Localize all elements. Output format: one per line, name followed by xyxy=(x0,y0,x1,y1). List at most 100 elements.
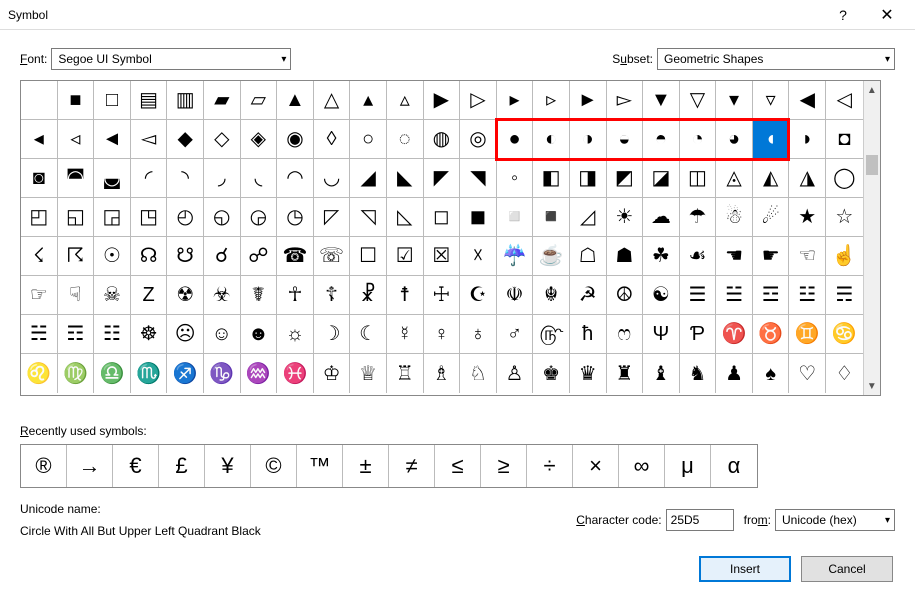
symbol-cell[interactable]: ☽ xyxy=(314,315,351,354)
symbol-cell[interactable]: ▷ xyxy=(460,81,497,120)
symbol-cell[interactable]: ◩ xyxy=(607,159,644,198)
symbol-cell[interactable]: ☈ xyxy=(58,237,95,276)
symbol-cell[interactable]: ◵ xyxy=(204,198,241,237)
symbol-cell[interactable]: ◕ xyxy=(716,120,753,159)
symbol-cell[interactable]: ☞ xyxy=(21,276,58,315)
symbol-cell[interactable]: ☘ xyxy=(643,237,680,276)
symbol-cell[interactable]: ♑ xyxy=(204,354,241,393)
symbol-cell[interactable]: ☁ xyxy=(643,198,680,237)
scrollbar[interactable]: ▲ ▼ xyxy=(863,81,880,395)
symbol-cell[interactable]: ◿ xyxy=(570,198,607,237)
symbol-cell[interactable]: ◾ xyxy=(533,198,570,237)
symbol-cell[interactable]: ☪ xyxy=(460,276,497,315)
symbol-cell[interactable]: ♛ xyxy=(570,354,607,393)
symbol-cell[interactable]: ☺ xyxy=(204,315,241,354)
symbol-cell[interactable]: ◲ xyxy=(94,198,131,237)
symbol-cell[interactable]: ☊ xyxy=(131,237,168,276)
recent-symbol-cell[interactable]: ≤ xyxy=(435,445,481,487)
symbol-cell[interactable]: ◥ xyxy=(460,159,497,198)
symbol-cell[interactable]: ☌ xyxy=(204,237,241,276)
symbol-cell[interactable]: ◶ xyxy=(241,198,278,237)
symbol-cell[interactable]: ♠ xyxy=(753,354,790,393)
symbol-cell[interactable]: ◌ xyxy=(387,120,424,159)
symbol-cell[interactable]: ◈ xyxy=(241,120,278,159)
symbol-cell[interactable]: ☬ xyxy=(533,276,570,315)
symbol-cell[interactable]: ☄ xyxy=(753,198,790,237)
symbol-cell[interactable]: ♎ xyxy=(94,354,131,393)
symbol-cell[interactable]: ☳ xyxy=(789,276,826,315)
symbol-cell[interactable]: ▤ xyxy=(131,81,168,120)
symbol-cell[interactable]: ◣ xyxy=(387,159,424,198)
cancel-button[interactable]: Cancel xyxy=(801,556,893,582)
symbol-cell[interactable]: ◜ xyxy=(131,159,168,198)
symbol-cell[interactable]: ◘ xyxy=(826,120,863,159)
symbol-cell[interactable]: ☙ xyxy=(680,237,717,276)
recent-symbol-cell[interactable]: ± xyxy=(343,445,389,487)
symbol-cell[interactable]: ◇ xyxy=(204,120,241,159)
symbol-cell[interactable]: ◱ xyxy=(58,198,95,237)
symbol-cell[interactable]: ħ xyxy=(570,315,607,354)
symbol-cell[interactable]: ☫ xyxy=(497,276,534,315)
symbol-cell[interactable]: ☇ xyxy=(21,237,58,276)
symbol-cell[interactable]: ☰ xyxy=(680,276,717,315)
symbol-cell[interactable]: ♐ xyxy=(167,354,204,393)
symbol-cell[interactable]: ☮ xyxy=(607,276,644,315)
recent-symbol-cell[interactable]: € xyxy=(113,445,159,487)
recent-symbol-cell[interactable]: ≥ xyxy=(481,445,527,487)
symbol-cell[interactable]: ♉ xyxy=(753,315,790,354)
symbol-cell[interactable]: ♢ xyxy=(826,354,863,393)
symbol-cell[interactable]: ▽ xyxy=(680,81,717,120)
recent-symbols-grid[interactable]: ®→€£¥©™±≠≤≥÷×∞μα xyxy=(20,444,758,488)
symbol-cell[interactable]: ♊ xyxy=(789,315,826,354)
symbol-cell[interactable]: ◂ xyxy=(21,120,58,159)
symbol-cell[interactable]: ► xyxy=(570,81,607,120)
symbol-cell[interactable]: ▵ xyxy=(387,81,424,120)
symbol-cell[interactable]: ☲ xyxy=(753,276,790,315)
symbol-cell[interactable]: ◺ xyxy=(387,198,424,237)
symbol-cell[interactable]: ◆ xyxy=(167,120,204,159)
from-select[interactable]: Unicode (hex) ▾ xyxy=(775,509,895,531)
symbol-cell[interactable]: ◗ xyxy=(789,120,826,159)
symbol-cell[interactable]: ◻ xyxy=(424,198,461,237)
symbol-cell[interactable]: ◛ xyxy=(94,159,131,198)
symbol-cell[interactable]: ▸ xyxy=(497,81,534,120)
symbol-cell[interactable]: ☾ xyxy=(350,315,387,354)
symbol-cell[interactable]: ♖ xyxy=(387,354,424,393)
symbol-cell[interactable]: ♕ xyxy=(350,354,387,393)
symbol-cell[interactable]: ☣ xyxy=(204,276,241,315)
symbol-cell[interactable]: ▴ xyxy=(350,81,387,120)
symbol-cell[interactable]: ☃ xyxy=(716,198,753,237)
symbol-cell[interactable]: ◉ xyxy=(277,120,314,159)
symbol-cell[interactable]: ● xyxy=(497,120,534,159)
symbol-cell[interactable]: ☟ xyxy=(58,276,95,315)
symbol-cell[interactable]: ◟ xyxy=(241,159,278,198)
symbol-cell[interactable]: ☻ xyxy=(241,315,278,354)
symbol-cell[interactable]: ◸ xyxy=(314,198,351,237)
symbol-cell[interactable]: ☶ xyxy=(58,315,95,354)
symbol-cell[interactable]: ♍ xyxy=(58,354,95,393)
symbol-cell[interactable]: ☐ xyxy=(350,237,387,276)
symbol-cell[interactable]: ▰ xyxy=(204,81,241,120)
recent-symbol-cell[interactable]: → xyxy=(67,445,113,487)
symbol-cell[interactable]: ▻ xyxy=(607,81,644,120)
symbol-cell[interactable]: ☧ xyxy=(350,276,387,315)
symbol-cell[interactable]: ☗ xyxy=(607,237,644,276)
symbol-cell[interactable]: ☋ xyxy=(167,237,204,276)
symbol-cell[interactable]: ◤ xyxy=(424,159,461,198)
symbol-cell[interactable]: ◹ xyxy=(350,198,387,237)
recent-symbol-cell[interactable]: ® xyxy=(21,445,67,487)
symbol-cell[interactable]: ♈ xyxy=(716,315,753,354)
symbol-cell[interactable]: ☷ xyxy=(94,315,131,354)
symbol-cell[interactable]: ♗ xyxy=(424,354,461,393)
symbol-cell[interactable]: ◮ xyxy=(789,159,826,198)
symbol-cell[interactable]: ☤ xyxy=(241,276,278,315)
symbol-cell[interactable]: ☏ xyxy=(314,237,351,276)
symbol-cell[interactable]: □ xyxy=(94,81,131,120)
symbol-cell[interactable]: ☦ xyxy=(314,276,351,315)
symbol-cell[interactable]: ☹ xyxy=(167,315,204,354)
symbol-cell[interactable]: ෆ xyxy=(607,315,644,354)
symbol-cell[interactable]: ◢ xyxy=(350,159,387,198)
symbol-cell[interactable]: ♀ xyxy=(424,315,461,354)
recent-symbol-cell[interactable]: ™ xyxy=(297,445,343,487)
symbol-cell[interactable]: ◚ xyxy=(58,159,95,198)
